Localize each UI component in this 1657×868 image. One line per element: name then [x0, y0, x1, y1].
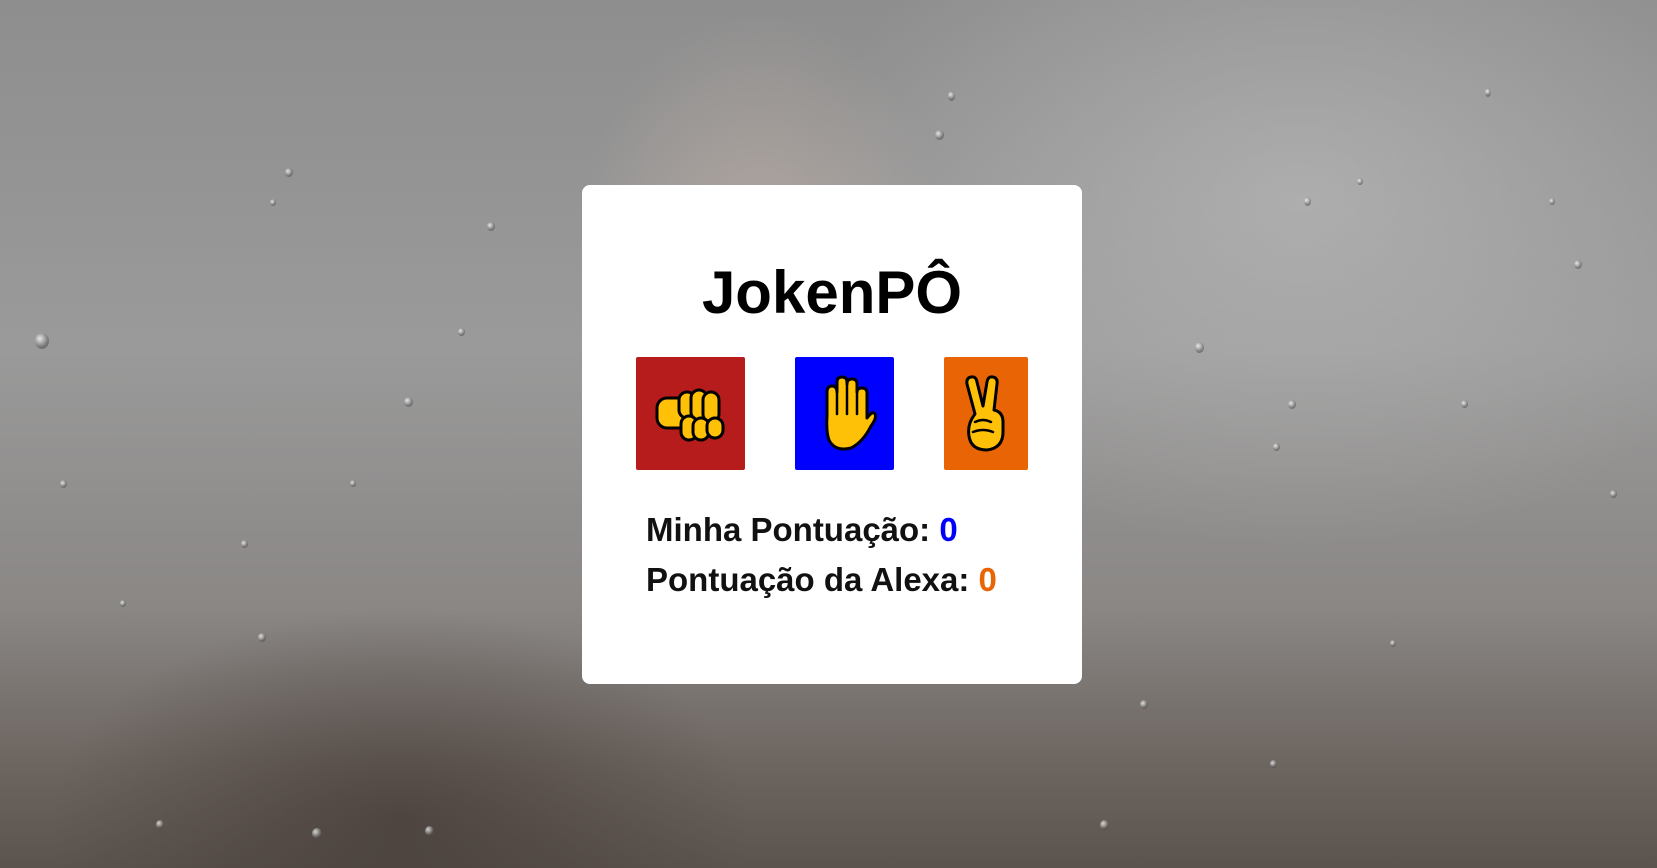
raised-hand-icon: [824, 375, 877, 450]
fist-icon: [655, 388, 724, 441]
player-score: Minha Pontuação: 0: [646, 510, 958, 550]
victory-hand-icon: [965, 374, 1005, 451]
player-score-value: 0: [939, 511, 958, 548]
computer-score: Pontuação da Alexa: 0: [646, 560, 997, 600]
computer-score-label: Pontuação da Alexa:: [646, 561, 970, 598]
scissors-button[interactable]: [944, 357, 1028, 470]
paper-button[interactable]: [795, 357, 894, 470]
page-title: JokenPÔ: [701, 259, 963, 326]
computer-score-value: 0: [978, 561, 997, 598]
rock-button[interactable]: [636, 357, 745, 470]
player-score-label: Minha Pontuação:: [646, 511, 931, 548]
